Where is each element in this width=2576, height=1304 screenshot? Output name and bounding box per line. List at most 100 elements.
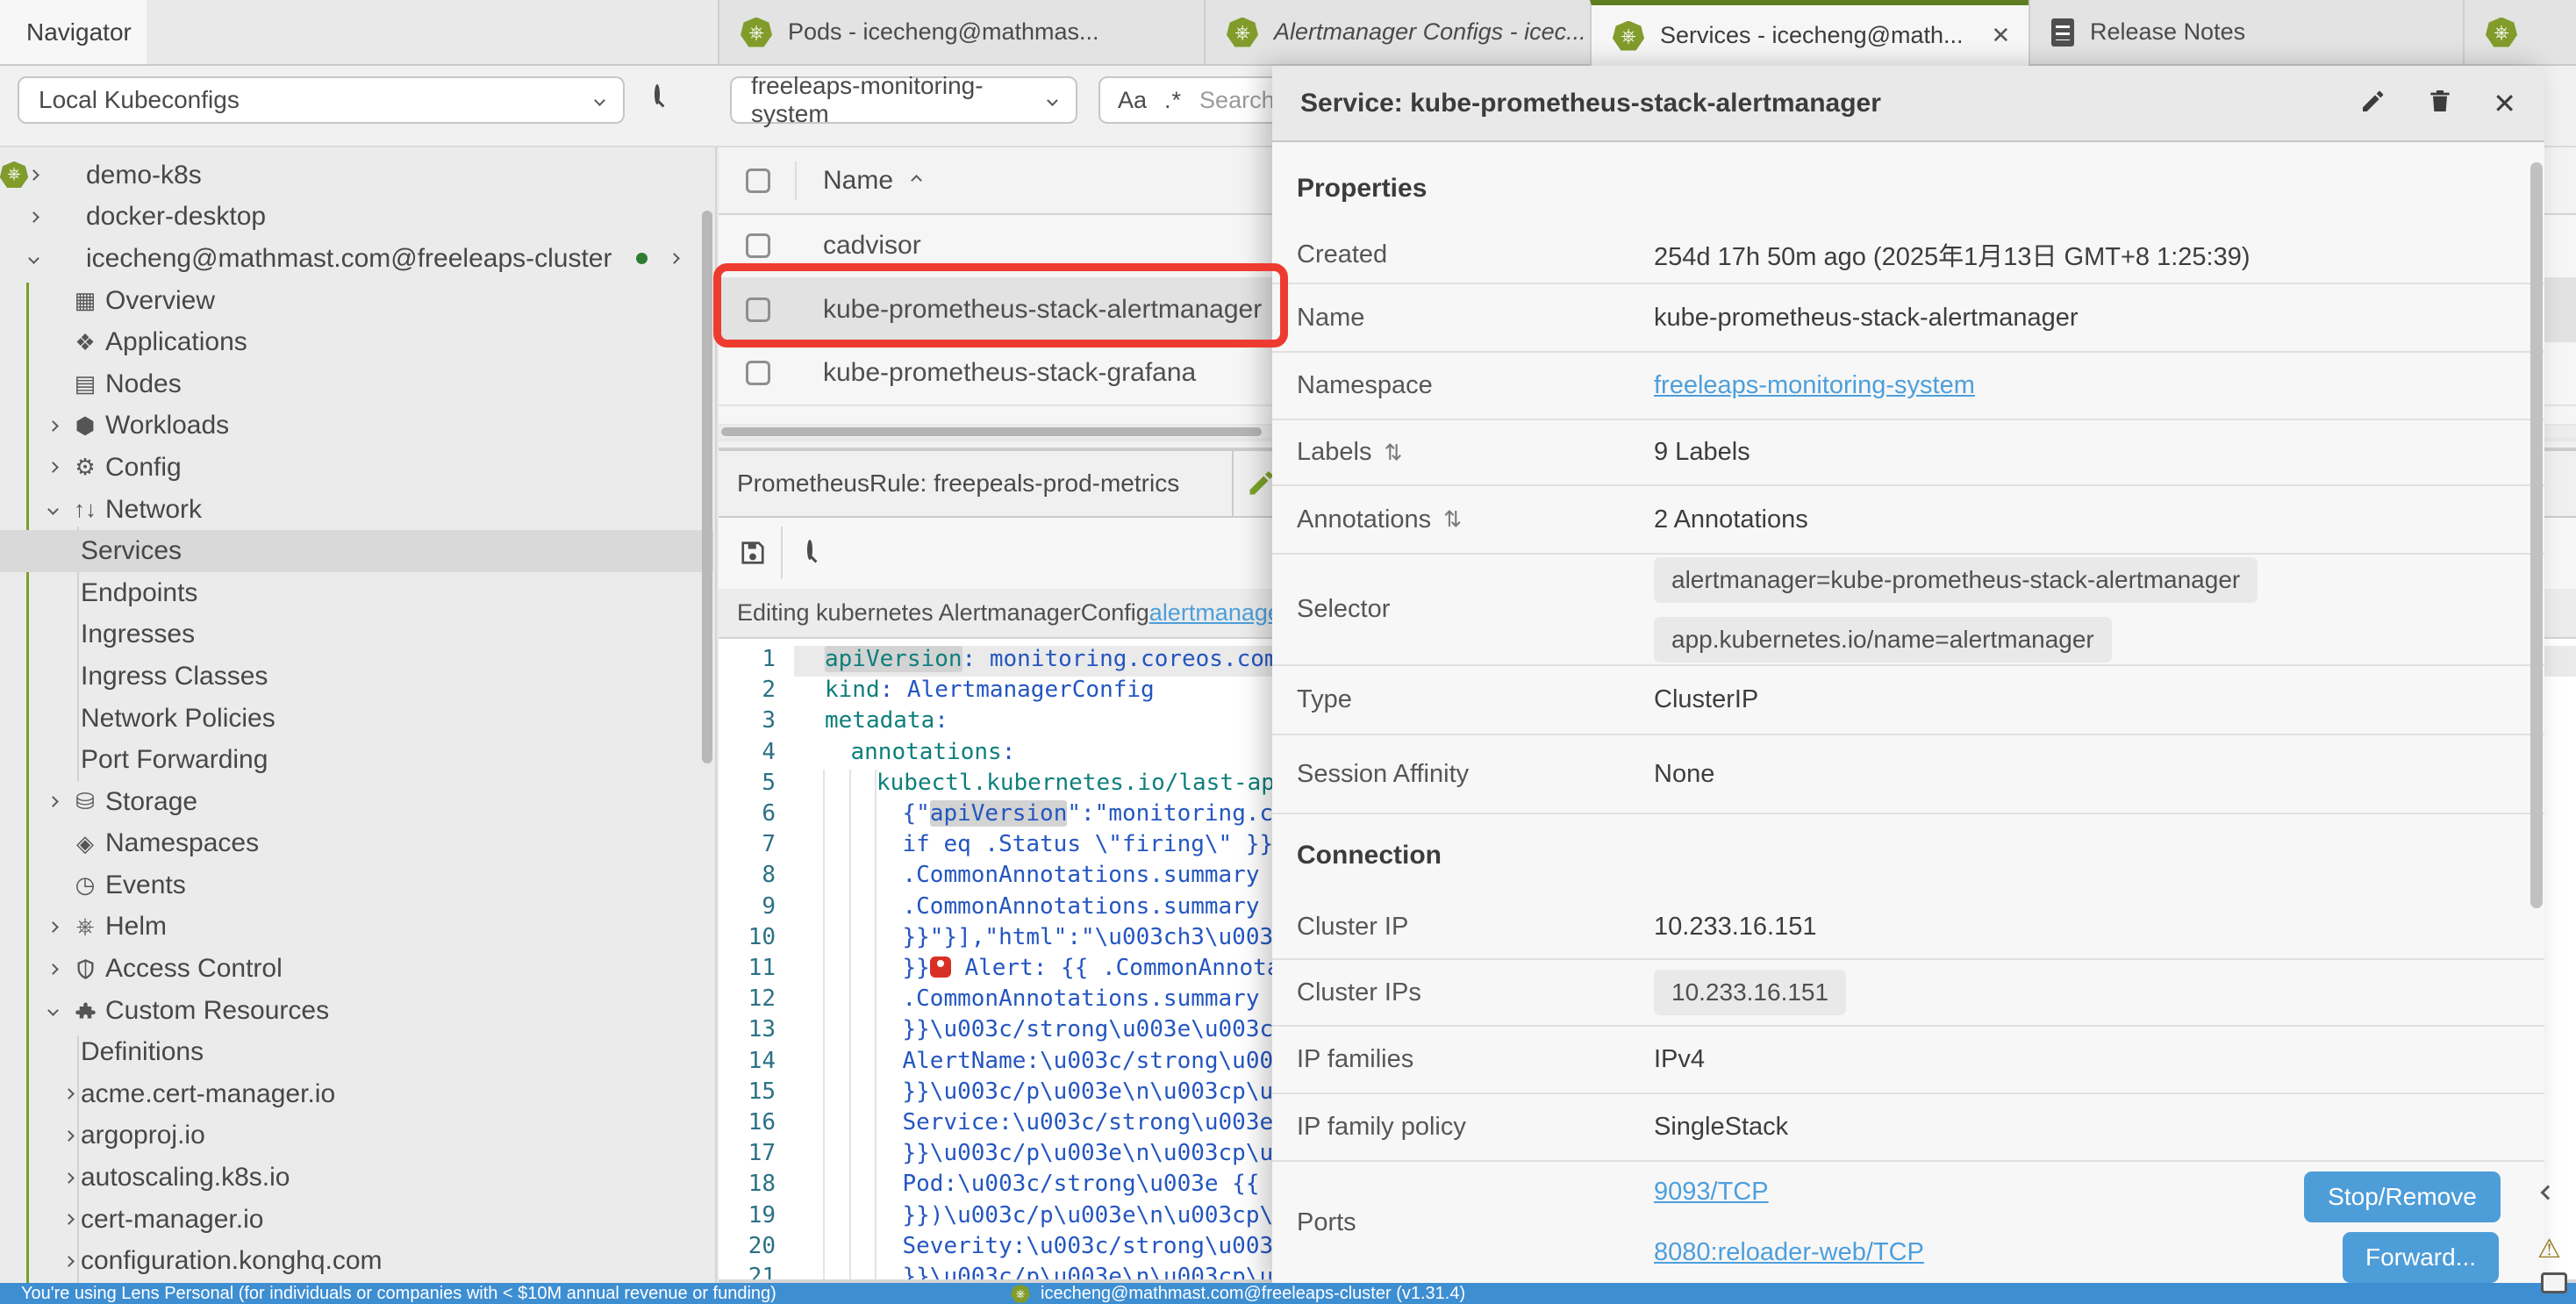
drawer-row-value: 9093/TCP Stop/Remove 8080:reloader-web/TCP… bbox=[1654, 1162, 2544, 1283]
chevron-down-icon[interactable] bbox=[47, 504, 59, 515]
code-text: Service:\u003c/strong\u003e {{ bbox=[903, 1109, 1315, 1136]
drawer-row-selector: Selectoralertmanager=kube-prometheus-sta… bbox=[1272, 555, 2544, 666]
row-checkbox[interactable] bbox=[746, 361, 770, 385]
tab-pods[interactable]: ⎈Pods - icecheng@mathmas... bbox=[718, 0, 1204, 64]
delete-service-icon[interactable] bbox=[2426, 87, 2454, 119]
chevron-right-icon[interactable] bbox=[47, 921, 59, 933]
chevron-slot bbox=[40, 463, 65, 471]
sidebar-item-cert-manager-io[interactable]: cert-manager.io bbox=[0, 1199, 713, 1241]
save-icon[interactable] bbox=[737, 537, 769, 573]
tab-clipped[interactable]: ⎈ bbox=[2463, 0, 2576, 64]
label-text: Cluster IPs bbox=[1297, 978, 1421, 1007]
chevron-right-icon[interactable] bbox=[47, 964, 59, 975]
collapse-panel-icon[interactable] bbox=[2543, 1186, 2553, 1202]
row-checkbox[interactable] bbox=[746, 233, 770, 258]
select-all-checkbox[interactable] bbox=[746, 168, 770, 193]
sidebar-item-endpoints[interactable]: Endpoints bbox=[0, 572, 713, 614]
column-divider bbox=[795, 161, 797, 200]
terminal-icon[interactable] bbox=[2541, 1272, 2567, 1293]
chevron-right-icon[interactable] bbox=[28, 169, 39, 181]
sidebar-item-demo-k8s[interactable]: ⎈demo-k8s bbox=[0, 154, 713, 197]
sidebar-item-label: docker-desktop bbox=[86, 202, 266, 232]
column-header-name[interactable]: Name bbox=[823, 166, 920, 196]
sidebar-item-definitions[interactable]: Definitions bbox=[0, 1031, 713, 1073]
kubeconfig-select[interactable]: Local Kubeconfigs bbox=[18, 76, 625, 124]
drawer-scrollbar[interactable] bbox=[2530, 162, 2543, 908]
sidebar-item-overview[interactable]: ▦Overview bbox=[0, 280, 713, 322]
namespace-link[interactable]: freeleaps-monitoring-system bbox=[1654, 371, 1975, 400]
chevron-down-icon[interactable] bbox=[47, 1005, 59, 1016]
sidebar-item-helm[interactable]: ⎈Helm bbox=[0, 906, 713, 949]
banner-resource-link[interactable]: alertmanager bbox=[1149, 599, 1289, 627]
chevron-right-icon[interactable] bbox=[28, 211, 39, 223]
port-link[interactable]: 9093/TCP bbox=[1654, 1178, 1769, 1207]
value-text: ClusterIP bbox=[1654, 685, 1758, 714]
sidebar-item-label: configuration.konghq.com bbox=[81, 1246, 383, 1276]
line-number: 17 bbox=[719, 1140, 776, 1166]
sidebar-item-storage[interactable]: ⛁Storage bbox=[0, 781, 713, 823]
kubeconfig-select-value: Local Kubeconfigs bbox=[39, 86, 240, 114]
close-tab-icon[interactable]: ✕ bbox=[1992, 22, 2011, 49]
line-number: 21 bbox=[719, 1264, 776, 1281]
sidebar-item-label: autoscaling.k8s.io bbox=[81, 1163, 290, 1193]
sort-toggle-icon[interactable]: ⇅ bbox=[1443, 506, 1462, 533]
sidebar-item-autoscaling-k8s-io[interactable]: autoscaling.k8s.io bbox=[0, 1157, 713, 1199]
forward-button[interactable]: Forward... bbox=[2343, 1232, 2499, 1283]
chevron-right-icon[interactable] bbox=[63, 1130, 75, 1142]
sidebar-item-nodes[interactable]: ▤Nodes bbox=[0, 363, 713, 405]
drawer-row-cluster-ip: Cluster IP10.233.16.151 bbox=[1272, 895, 2544, 960]
sidebar-item-argoproj-io[interactable]: argoproj.io bbox=[0, 1115, 713, 1157]
code-text: kind: AlertmanagerConfig bbox=[825, 677, 1155, 703]
sidebar-item-configuration-konghq-com[interactable]: configuration.konghq.com bbox=[0, 1240, 713, 1282]
editor-search-icon[interactable] bbox=[807, 542, 812, 558]
sidebar-item-icecheng-mathmast-com-freeleaps-cluster[interactable]: ⎈icecheng@mathmast.com@freeleaps-cluster bbox=[0, 238, 713, 280]
sidebar-item-port-forwarding[interactable]: Port Forwarding bbox=[0, 739, 713, 781]
sidebar-item-ingress-classes[interactable]: Ingress Classes bbox=[0, 656, 713, 698]
tab-services[interactable]: ⎈Services - icecheng@math...✕ bbox=[1590, 0, 2029, 66]
sidebar-item-ingresses[interactable]: Ingresses bbox=[0, 614, 713, 656]
sort-toggle-icon[interactable]: ⇅ bbox=[1384, 440, 1402, 466]
sidebar-item-custom-resources[interactable]: Custom Resources bbox=[0, 990, 713, 1032]
chevron-right-icon[interactable] bbox=[63, 1214, 75, 1225]
chevron-slot bbox=[40, 923, 65, 931]
sidebar-item-workloads[interactable]: ⬢Workloads bbox=[0, 405, 713, 448]
edit-service-icon[interactable] bbox=[2359, 87, 2387, 119]
sidebar-item-network[interactable]: ↑↓Network bbox=[0, 489, 713, 531]
sidebar-item-access-control[interactable]: Access Control bbox=[0, 948, 713, 990]
sidebar-item-events[interactable]: ◷Events bbox=[0, 864, 713, 906]
sidebar-item-services[interactable]: Services bbox=[0, 530, 713, 572]
chevron-right-icon[interactable] bbox=[63, 1256, 75, 1267]
sidebar-item-label: Network bbox=[105, 495, 202, 525]
label-text: IP families bbox=[1297, 1045, 1413, 1074]
warning-icon[interactable]: ⚠ bbox=[2537, 1234, 2561, 1265]
namespace-select[interactable]: freeleaps-monitoring-system bbox=[730, 76, 1077, 124]
sidebar-item-namespaces[interactable]: ◈Namespaces bbox=[0, 823, 713, 865]
stop-remove-button[interactable]: Stop/Remove bbox=[2304, 1171, 2501, 1222]
chevron-right-icon[interactable] bbox=[47, 420, 59, 432]
chevron-right-icon[interactable] bbox=[63, 1172, 75, 1184]
line-number: 15 bbox=[719, 1078, 776, 1105]
port-link[interactable]: 8080:reloader-web/TCP bbox=[1654, 1238, 1924, 1267]
sidebar-search-icon[interactable] bbox=[655, 87, 660, 103]
sidebar-item-applications[interactable]: ❖Applications bbox=[0, 321, 713, 363]
sidebar-scrollbar[interactable] bbox=[702, 211, 712, 763]
chevron-right-icon[interactable] bbox=[47, 462, 59, 474]
namespace-select-value: freeleaps-monitoring-system bbox=[751, 72, 1048, 128]
tab-release-notes[interactable]: Release Notes bbox=[2029, 0, 2463, 64]
banner-text: Editing kubernetes AlertmanagerConfig bbox=[737, 599, 1149, 627]
sidebar-item-acme-cert-manager-io[interactable]: acme.cert-manager.io bbox=[0, 1073, 713, 1115]
chevron-right-icon[interactable] bbox=[47, 796, 59, 807]
close-drawer-icon[interactable]: ✕ bbox=[2493, 87, 2516, 120]
drawer-row-value: 9 Labels bbox=[1654, 420, 2544, 484]
tab-alertmanager-configs[interactable]: ⎈Alertmanager Configs - icec... bbox=[1204, 0, 1590, 64]
chevron-right-icon[interactable] bbox=[63, 1088, 75, 1100]
chevron-right-icon[interactable] bbox=[669, 254, 681, 265]
sidebar-item-docker-desktop[interactable]: ⎈docker-desktop bbox=[0, 197, 713, 239]
sidebar-item-config[interactable]: ⚙Config bbox=[0, 447, 713, 489]
regex-icon[interactable]: .* bbox=[1164, 87, 1182, 114]
chevron-down-icon[interactable] bbox=[28, 254, 39, 265]
drawer-row-value: 10.233.16.151 bbox=[1654, 895, 2544, 958]
line-number: 14 bbox=[719, 1048, 776, 1074]
match-case-icon[interactable]: Aa bbox=[1118, 87, 1147, 114]
sidebar-item-network-policies[interactable]: Network Policies bbox=[0, 698, 713, 740]
